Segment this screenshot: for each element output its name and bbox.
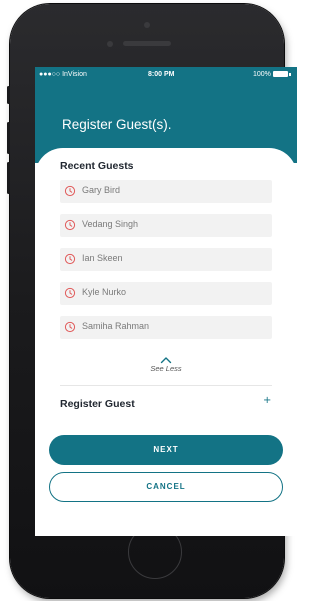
page-title: Register Guest(s). <box>62 117 172 132</box>
guest-history-icon <box>64 219 76 231</box>
guest-list-item[interactable]: Ian Skeen <box>60 248 272 271</box>
guest-history-icon <box>64 287 76 299</box>
section-divider <box>60 385 272 386</box>
guest-list-item[interactable]: Vedang Singh <box>60 214 272 237</box>
volume-down-button <box>7 162 10 194</box>
cancel-button[interactable]: CANCEL <box>49 472 283 502</box>
status-time: 8:00 PM <box>148 71 175 78</box>
battery-percent: 100% <box>253 71 271 78</box>
guest-history-icon <box>64 185 76 197</box>
add-guest-plus-icon[interactable]: + <box>263 395 271 406</box>
guest-history-icon <box>64 321 76 333</box>
front-camera <box>144 22 150 28</box>
recent-guests-heading: Recent Guests <box>60 160 134 172</box>
see-less-toggle[interactable]: See Less <box>143 356 189 378</box>
guest-list-item[interactable]: Gary Bird <box>60 180 272 203</box>
next-button[interactable]: NEXT <box>49 435 283 465</box>
guest-name: Ian Skeen <box>82 253 123 263</box>
battery-icon <box>273 71 288 77</box>
carrier-label: ●●●○○ InVision <box>39 71 87 78</box>
battery-tip-icon <box>289 73 291 76</box>
guest-name: Vedang Singh <box>82 219 139 229</box>
status-bar: ●●●○○ InVision 8:00 PM 100% <box>35 67 297 83</box>
register-guest-heading: Register Guest <box>60 398 135 410</box>
guest-list-item[interactable]: Kyle Nurko <box>60 282 272 305</box>
guest-name: Samiha Rahman <box>82 321 150 331</box>
sensor <box>107 41 113 47</box>
guest-list-item[interactable]: Samiha Rahman <box>60 316 272 339</box>
see-less-label: See Less <box>150 364 182 373</box>
app-screen: ●●●○○ InVision 8:00 PM 100% Register Gue… <box>35 67 297 536</box>
chevron-up-icon <box>160 357 172 364</box>
volume-up-button <box>7 122 10 154</box>
mute-switch <box>7 86 10 104</box>
guest-name: Kyle Nurko <box>82 287 127 297</box>
guest-name: Gary Bird <box>82 185 121 195</box>
guest-history-icon <box>64 253 76 265</box>
earpiece-speaker <box>123 41 171 46</box>
